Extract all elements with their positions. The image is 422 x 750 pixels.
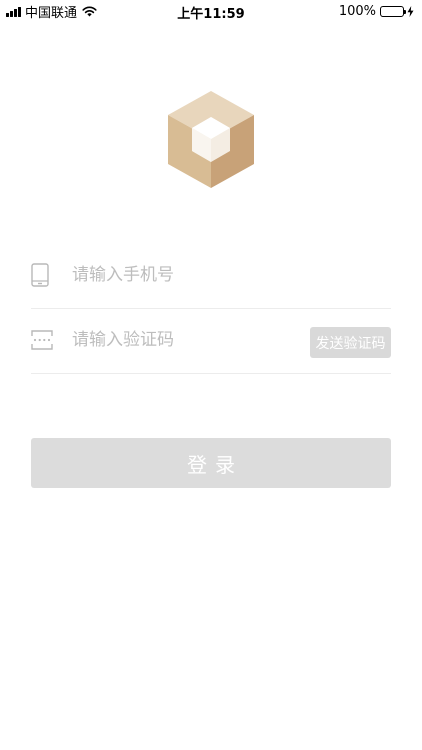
cube-logo-icon [168, 91, 254, 188]
battery-percent: 100% [338, 3, 376, 19]
verification-code-icon [31, 330, 53, 350]
status-bar: 中国联通 上午11:59 100% [0, 0, 422, 22]
charging-bolt-icon [407, 5, 414, 17]
send-code-button[interactable]: 发送验证码 [310, 327, 391, 358]
battery-icon [380, 5, 406, 17]
login-screen: 中国联通 上午11:59 100% 请输入手机号 请输入验证码 发送验证码 登录 [0, 0, 422, 750]
verification-code-input[interactable] [72, 307, 302, 373]
phone-icon [31, 263, 49, 287]
phone-row [31, 242, 391, 309]
phone-input[interactable] [72, 242, 302, 308]
status-bar-right: 100% [339, 3, 414, 19]
login-button[interactable]: 登录 [31, 438, 391, 488]
verification-code-row: 发送验证码 [31, 307, 391, 374]
